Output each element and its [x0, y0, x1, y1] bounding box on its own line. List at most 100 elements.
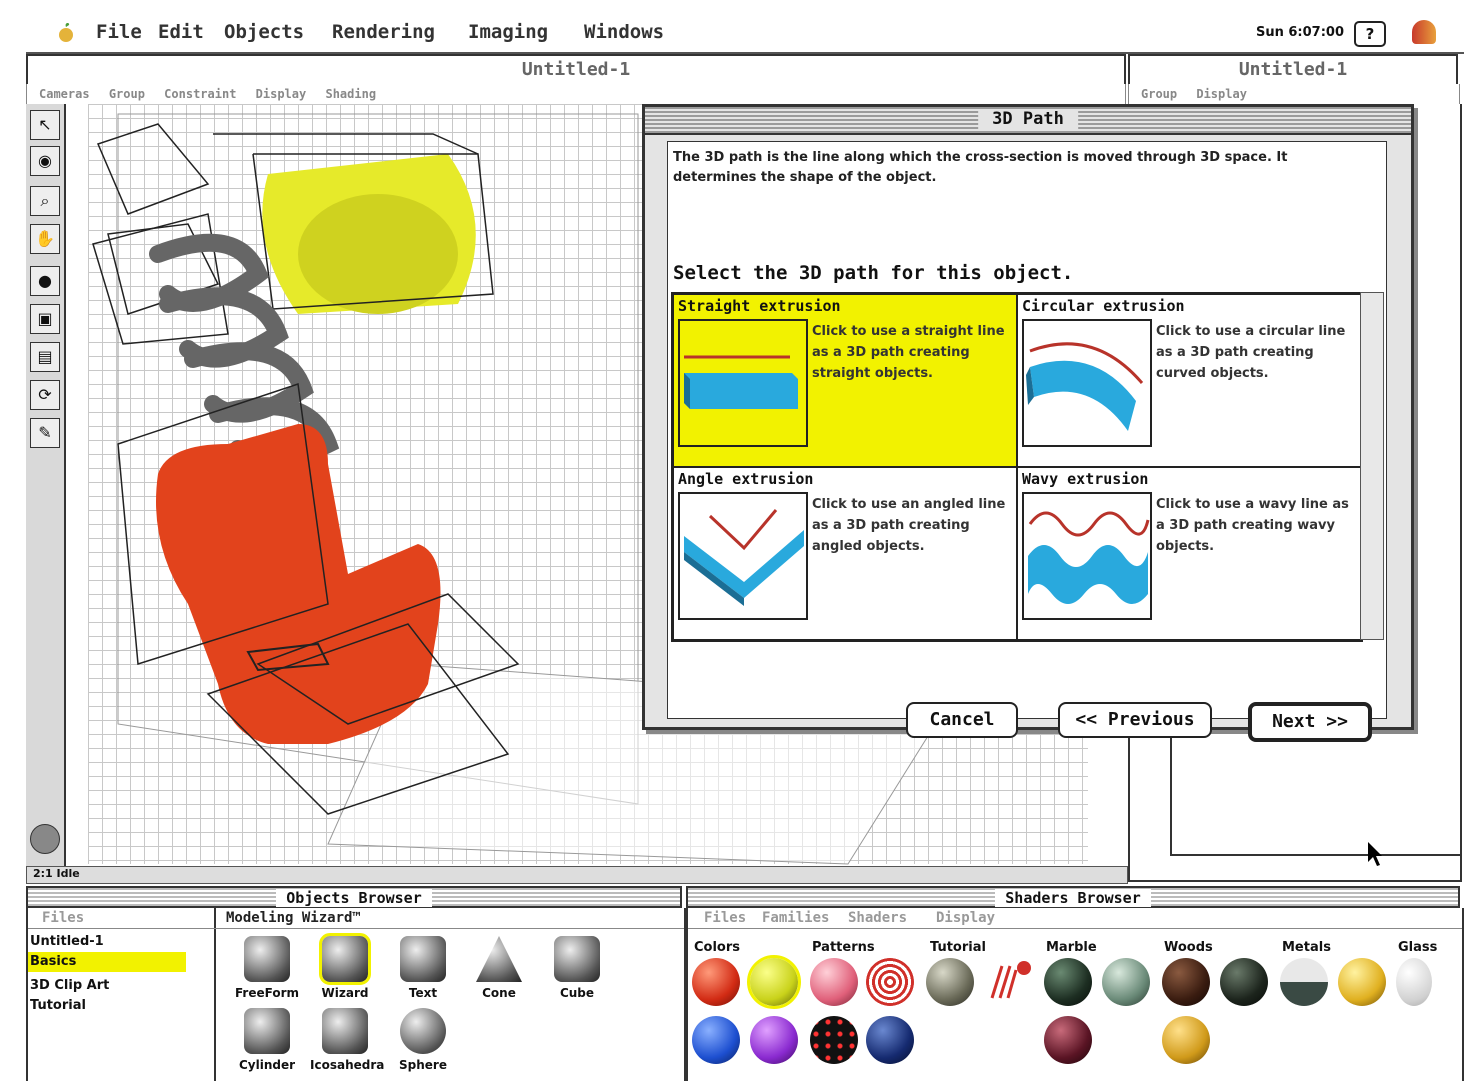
shaders-tab-display[interactable]: Display [936, 908, 995, 928]
dialog-title: 3D Path [978, 109, 1078, 129]
icosahedra-icon [322, 1008, 368, 1054]
shader-family-patterns[interactable]: Patterns [812, 940, 875, 955]
menu-shading[interactable]: Shading [325, 87, 376, 101]
shaders-tab-families[interactable]: Families [762, 908, 829, 928]
objects-browser-titlebar[interactable]: Objects Browser [26, 886, 682, 908]
menu-constraint[interactable]: Constraint [164, 87, 236, 101]
shader-family-marble[interactable]: Marble [1046, 940, 1097, 955]
shader-wood-dark[interactable] [1162, 958, 1210, 1006]
shader-pattern-stripes[interactable] [866, 958, 914, 1006]
select-tool-icon[interactable]: ▣ [30, 304, 60, 334]
shader-pattern-pink[interactable] [810, 958, 858, 1006]
sphere-tool-icon[interactable]: ● [30, 266, 60, 296]
shaders-tab-files[interactable]: Files [704, 908, 746, 928]
previous-button[interactable]: << Previous [1058, 702, 1212, 738]
options-scrollbar[interactable] [1360, 292, 1384, 640]
globe-tool-icon[interactable] [30, 824, 60, 854]
object-sphere[interactable]: Sphere [388, 1008, 458, 1072]
shader-metal-chrome[interactable] [1280, 958, 1328, 1006]
menu-file[interactable]: File [96, 21, 142, 43]
shader-glass[interactable] [1396, 958, 1432, 1006]
shader-family-glass[interactable]: Glass [1398, 940, 1437, 955]
object-cube[interactable]: Cube [542, 936, 612, 1000]
option-text: Click to use a wavy line as a 3D path cr… [1156, 497, 1349, 554]
shader-family-woods[interactable]: Woods [1164, 940, 1213, 955]
shaders-tab-shaders[interactable]: Shaders [848, 908, 907, 928]
shader-yellow[interactable] [747, 955, 801, 1009]
menu-imaging[interactable]: Imaging [468, 21, 548, 43]
option-straight-extrusion[interactable]: Straight extrusion Click to use a straig… [673, 294, 1017, 467]
object-freeform[interactable]: FreeForm [232, 936, 302, 1000]
option-title: Wavy extrusion [1022, 470, 1149, 488]
rotate-tool-icon[interactable]: ⟳ [30, 380, 60, 410]
option-circular-extrusion[interactable]: Circular extrusion Click to use a circul… [1017, 294, 1361, 467]
next-button[interactable]: Next >> [1248, 702, 1372, 742]
shader-red[interactable] [692, 958, 740, 1006]
red-chair-object[interactable] [156, 424, 441, 744]
application-icon[interactable] [1412, 20, 1436, 44]
shader-wood-gold[interactable] [1162, 1016, 1210, 1064]
menu-display[interactable]: Display [256, 87, 307, 101]
cancel-button[interactable]: Cancel [906, 702, 1018, 738]
menubar-clock: Sun 6:07:00 [1255, 25, 1344, 40]
freeform-icon [244, 936, 290, 982]
object-cone[interactable]: Cone [464, 936, 534, 1000]
help-icon[interactable]: ? [1354, 21, 1386, 47]
zoom-tool-icon[interactable]: ⌕ [30, 186, 60, 216]
sphere-icon [400, 1008, 446, 1054]
camera-tool-icon[interactable]: ◉ [30, 146, 60, 176]
shader-family-colors[interactable]: Colors [694, 940, 740, 955]
side-menu-group[interactable]: Group [1141, 87, 1177, 101]
shader-metal-gold[interactable] [1338, 958, 1386, 1006]
side-menu-display[interactable]: Display [1196, 87, 1247, 101]
eyedropper-tool-icon[interactable]: ✎ [30, 418, 60, 448]
wizard-icon [319, 933, 371, 985]
shader-wood-green[interactable] [1220, 958, 1268, 1006]
hand-tool-icon[interactable]: ✋ [30, 224, 60, 254]
arrow-tool-icon[interactable]: ↖ [30, 110, 60, 140]
shader-pattern-dots[interactable] [810, 1016, 858, 1064]
menu-windows[interactable]: Windows [584, 21, 664, 43]
shader-family-tutorial[interactable]: Tutorial [930, 940, 986, 955]
menu-edit[interactable]: Edit [158, 21, 204, 43]
option-angle-extrusion[interactable]: Angle extrusion Click to use an angled l… [673, 467, 1017, 640]
object-wizard[interactable]: Wizard [310, 933, 380, 1000]
extrusion-options: Straight extrusion Click to use a straig… [671, 292, 1363, 642]
shader-purple[interactable] [750, 1016, 798, 1064]
file-item-basics[interactable]: Basics [28, 952, 186, 972]
shader-blue[interactable] [692, 1016, 740, 1064]
modeling-wizard-tab[interactable]: Modeling Wizard™ [226, 908, 361, 928]
shader-marble-red[interactable] [1044, 1016, 1092, 1064]
objects-files-tab[interactable]: Files [42, 908, 84, 928]
menu-cameras[interactable]: Cameras [39, 87, 90, 101]
option-wavy-extrusion[interactable]: Wavy extrusion Click to use a wavy line … [1017, 467, 1361, 640]
object-tool-icon[interactable]: ▤ [30, 342, 60, 372]
3d-path-dialog: 3D Path The 3D path is the line along wh… [642, 104, 1414, 742]
straight-extrusion-icon [678, 319, 808, 447]
side-window-title[interactable]: Untitled-1 [1128, 54, 1458, 86]
file-item-tutorial[interactable]: Tutorial [28, 996, 186, 1016]
shader-tutorial-stone[interactable] [926, 958, 974, 1006]
menu-group[interactable]: Group [109, 87, 145, 101]
option-text: Click to use a circular line as a 3D pat… [1156, 324, 1346, 381]
object-cylinder[interactable]: Cylinder [232, 1008, 302, 1072]
shader-tutorial-red-strokes[interactable] [984, 958, 1032, 1006]
cube-icon [554, 936, 600, 982]
file-item-3d-clip-art[interactable]: 3D Clip Art [28, 976, 186, 996]
file-item-untitled[interactable]: Untitled-1 [28, 932, 186, 952]
status-text: 2:1 Idle [33, 867, 80, 880]
menubar: File Edit Objects Rendering Imaging Wind… [26, 14, 1464, 54]
menu-rendering[interactable]: Rendering [332, 21, 435, 43]
shader-family-metals[interactable]: Metals [1282, 940, 1331, 955]
shader-marble-green[interactable] [1102, 958, 1150, 1006]
dialog-titlebar[interactable]: 3D Path [645, 107, 1411, 135]
shader-marble-green-dark[interactable] [1044, 958, 1092, 1006]
shaders-browser-titlebar[interactable]: Shaders Browser [686, 886, 1460, 908]
shader-pattern-navy[interactable] [866, 1016, 914, 1064]
main-window-title[interactable]: Untitled-1 [26, 54, 1126, 86]
object-icosahedra[interactable]: Icosahedra [310, 1008, 384, 1072]
menu-objects[interactable]: Objects [224, 21, 304, 43]
option-title: Straight extrusion [678, 297, 841, 315]
apple-icon[interactable] [58, 22, 74, 42]
object-text[interactable]: Text [388, 936, 458, 1000]
